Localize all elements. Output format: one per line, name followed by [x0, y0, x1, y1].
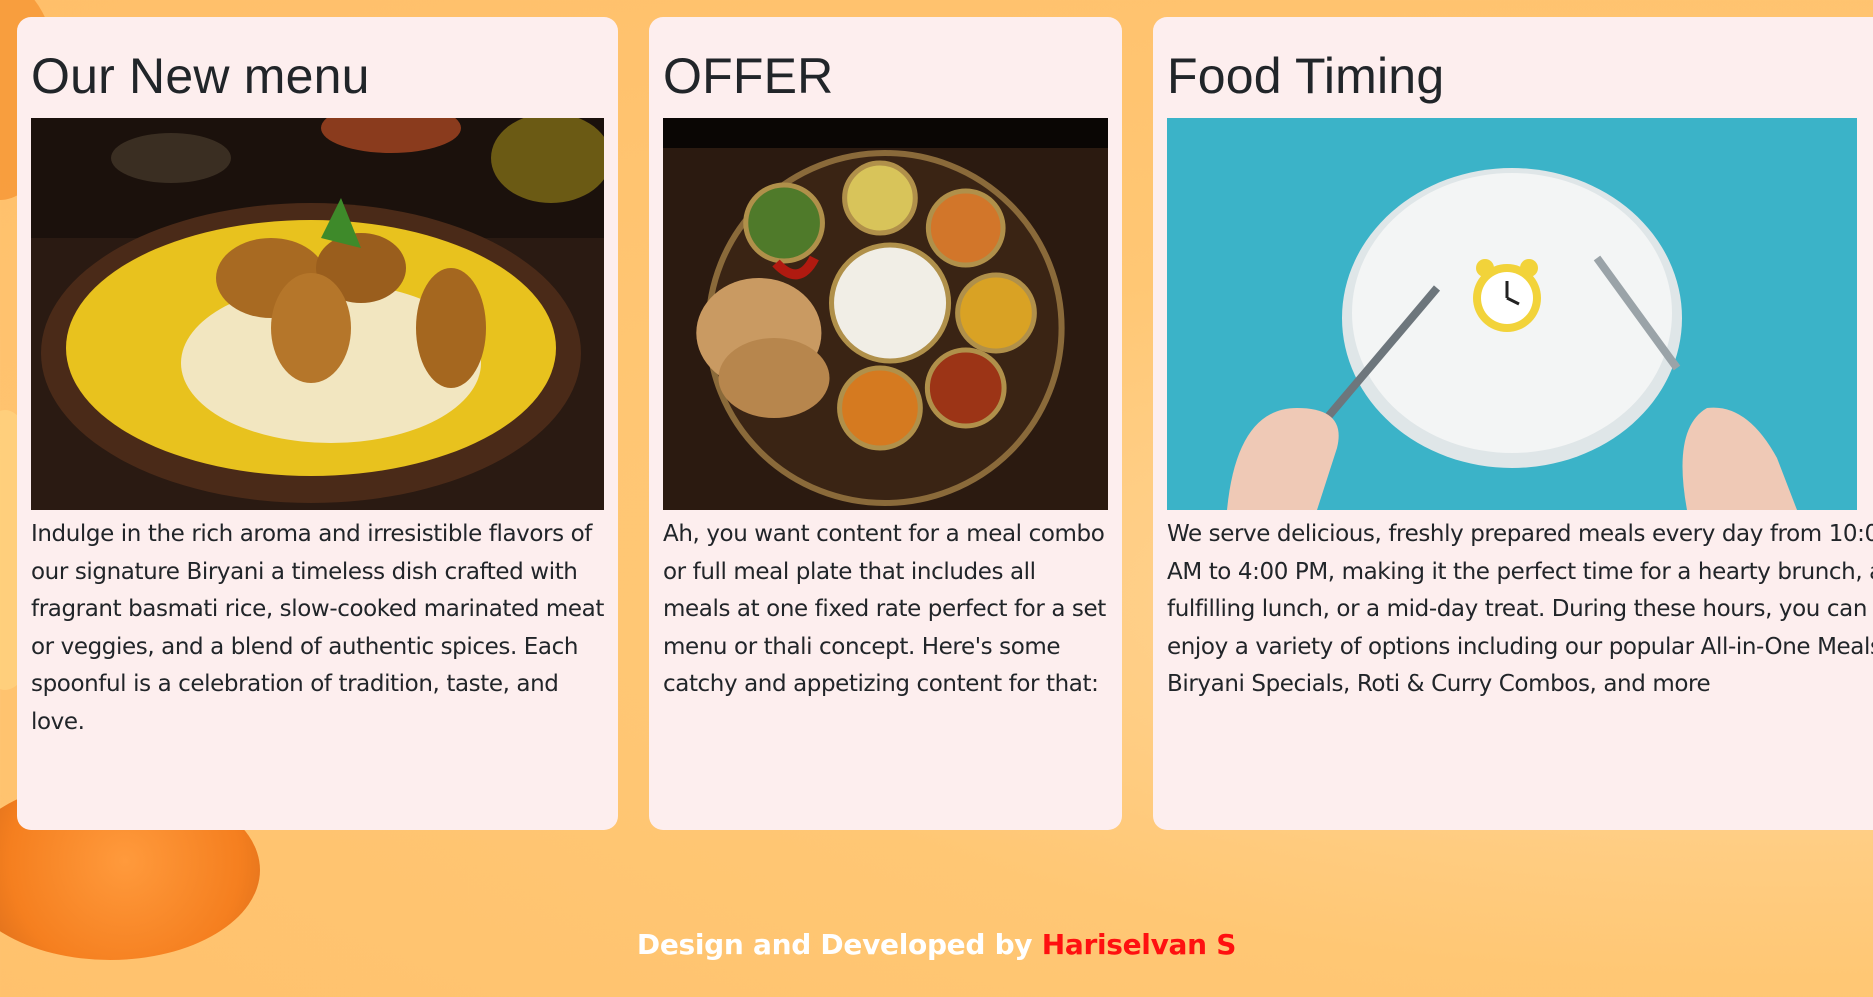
food-timing-card: Food Timing We serve delicious, freshly …	[1153, 17, 1873, 830]
thali-plate-image	[663, 118, 1108, 510]
food-timing-card-title: Food Timing	[1167, 48, 1445, 104]
offer-card-title: OFFER	[663, 48, 834, 104]
footer-credit: Design and Developed by Hariselvan S	[0, 928, 1873, 961]
biryani-image	[31, 118, 604, 510]
offer-card-description: Ah, you want content for a meal combo or…	[663, 521, 1106, 697]
menu-card-title: Our New menu	[31, 48, 370, 104]
plate-clock-image	[1167, 118, 1857, 510]
offer-card: OFFER Ah, you want content for a meal co…	[649, 17, 1122, 830]
footer-author: Hariselvan S	[1041, 928, 1237, 961]
menu-card: Our New menu Indulge in the rich aroma a…	[17, 17, 618, 830]
food-timing-card-description: We serve delicious, freshly prepared mea…	[1167, 521, 1873, 697]
footer-prefix: Design and Developed by	[636, 928, 1042, 961]
menu-card-description: Indulge in the rich aroma and irresistib…	[31, 521, 604, 735]
